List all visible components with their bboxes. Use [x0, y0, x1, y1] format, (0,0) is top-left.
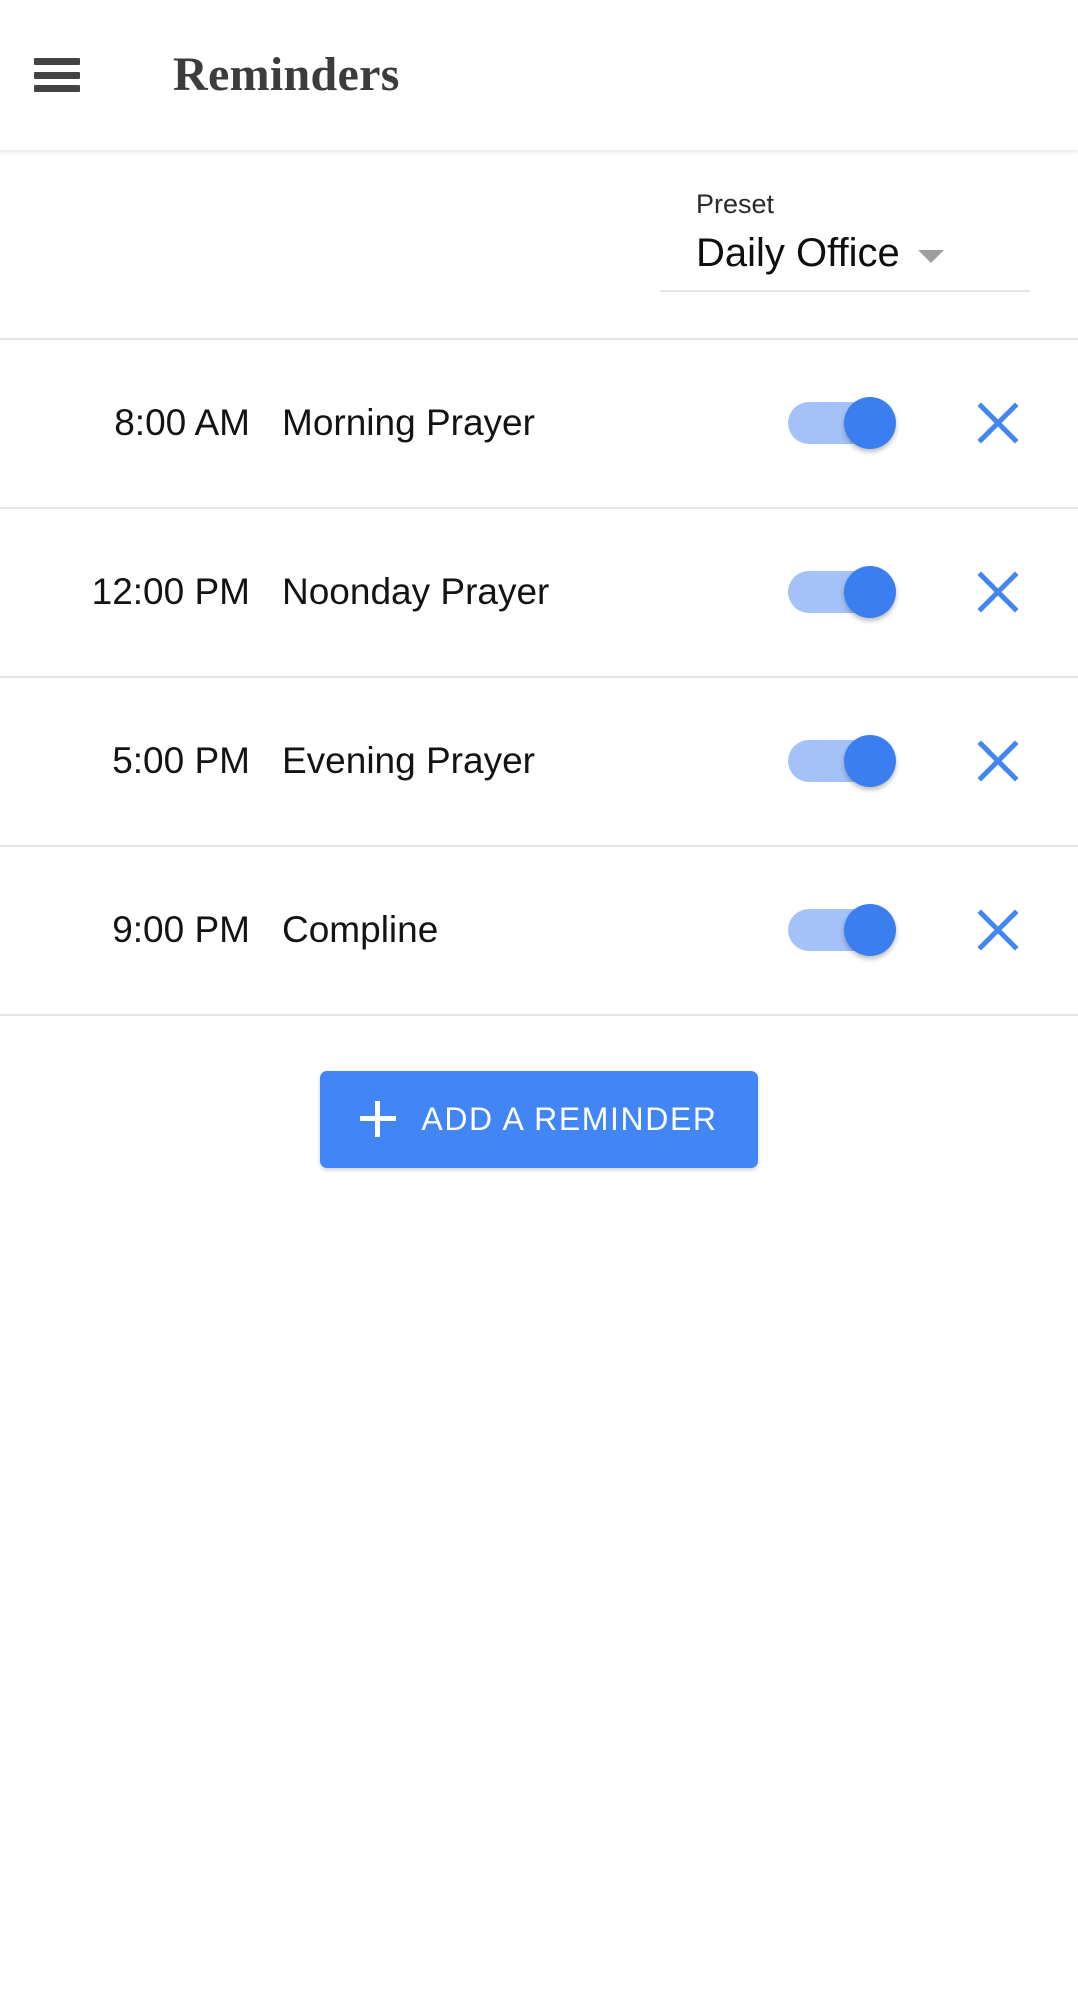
close-x-icon[interactable]: [952, 377, 1044, 469]
toggle-thumb: [844, 735, 896, 788]
hamburger-bar-2: [34, 71, 80, 79]
plus-icon: [360, 1101, 397, 1138]
preset-section: Preset Daily Office: [0, 150, 1078, 292]
reminder-enabled-toggle[interactable]: [788, 904, 896, 957]
reminder-time: 12:00 PM: [91, 571, 250, 613]
reminder-title: Evening Prayer: [282, 740, 535, 782]
reminder-enabled-toggle[interactable]: [788, 735, 896, 788]
close-x-icon[interactable]: [952, 884, 1044, 976]
reminder-time: 5:00 PM: [112, 740, 250, 782]
hamburger-menu-icon[interactable]: [34, 54, 80, 96]
page-title: Reminders: [173, 48, 400, 101]
reminder-title: Compline: [282, 909, 439, 951]
toggle-thumb: [844, 566, 896, 619]
table-row[interactable]: 8:00 AM Morning Prayer: [0, 339, 1078, 509]
close-x-icon[interactable]: [952, 546, 1044, 638]
table-row[interactable]: 9:00 PM Compline: [0, 846, 1078, 1016]
reminder-enabled-toggle[interactable]: [788, 566, 896, 619]
app-bar: Reminders: [0, 0, 1078, 150]
preset-selected-value: Daily Office: [696, 230, 900, 275]
reminder-title: Noonday Prayer: [282, 571, 550, 613]
preset-dropdown[interactable]: Preset Daily Office: [660, 188, 1030, 292]
reminder-time: 9:00 PM: [112, 909, 250, 951]
toggle-thumb: [844, 904, 896, 957]
chevron-down-icon[interactable]: [917, 250, 944, 264]
hamburger-bar-3: [34, 85, 80, 92]
toggle-thumb: [844, 397, 896, 450]
preset-label: Preset: [696, 189, 775, 219]
add-reminder-button[interactable]: ADD A REMINDER: [320, 1070, 758, 1168]
table-row[interactable]: 12:00 PM Noonday Prayer: [0, 508, 1078, 678]
reminders-list: 8:00 AM Morning Prayer 12:00 PM Noonday …: [0, 337, 1078, 1016]
reminder-title: Morning Prayer: [282, 402, 535, 444]
reminder-enabled-toggle[interactable]: [788, 397, 896, 450]
close-x-icon[interactable]: [952, 715, 1044, 807]
preset-value-row[interactable]: Daily Office: [660, 228, 1030, 278]
add-reminder-section: ADD A REMINDER: [0, 1016, 1078, 1168]
table-row[interactable]: 5:00 PM Evening Prayer: [0, 677, 1078, 847]
add-reminder-label: ADD A REMINDER: [421, 1100, 718, 1137]
reminder-time: 8:00 AM: [114, 402, 250, 444]
hamburger-bar-1: [34, 58, 80, 65]
